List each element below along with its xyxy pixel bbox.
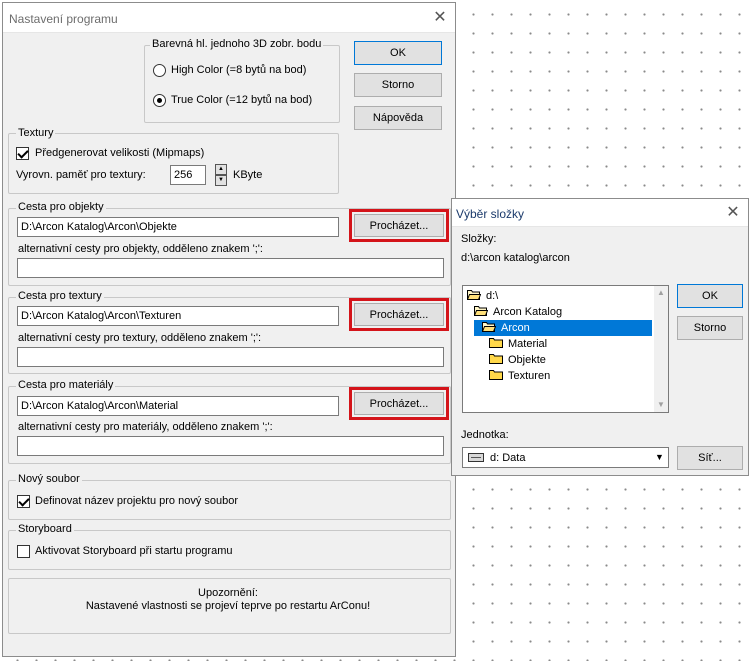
current-folder-path: d:\arcon katalog\arcon [461,252,570,264]
tree-item-label: Arcon [501,322,530,334]
tree-item-material[interactable]: Material [489,336,547,352]
tree-item-arcon[interactable]: Arcon [474,320,652,336]
folder-cancel-button[interactable]: Storno [677,316,743,340]
textures-path-input[interactable]: D:\Arcon Katalog\Arcon\Texturen [17,306,339,326]
high-color-label: High Color (=8 bytů na bod) [171,64,307,76]
high-color-radio[interactable] [153,64,166,77]
tree-item-objekte[interactable]: Objekte [489,352,546,368]
close-icon[interactable]: ✕ [725,205,741,221]
tree-item-drive[interactable]: d:\ [466,288,499,304]
tree-item-texturen[interactable]: Texturen [489,368,550,384]
define-project-name-checkbox[interactable] [17,495,30,508]
open-folder-icon [466,289,482,300]
objects-path-legend: Cesta pro objekty [16,201,106,213]
textures-path-legend: Cesta pro textury [16,290,104,302]
close-icon[interactable]: ✕ [432,10,448,26]
storyboard-label: Aktivovat Storyboard při startu programu [35,545,233,557]
drive-label: Jednotka: [461,429,509,441]
drive-select[interactable]: d: Data ▼ [462,447,669,468]
open-folder-icon [481,321,497,332]
drive-select-value: d: Data [490,452,526,464]
chevron-down-icon[interactable]: ▼ [651,448,668,467]
materials-path-input[interactable]: D:\Arcon Katalog\Arcon\Material [17,396,339,416]
dialog-title: Nastavení programu [9,12,118,26]
mipmaps-label: Předgenerovat velikosti (Mipmaps) [35,147,205,159]
scroll-up-icon[interactable]: ▲ [654,286,668,300]
textures-alt-input[interactable] [17,347,444,367]
folder-picker-title: Výběr složky [456,207,525,221]
color-depth-group [144,45,340,123]
open-folder-icon [473,305,489,316]
objects-alt-label: alternativní cesty pro objekty, odděleno… [18,243,263,255]
folder-picker-dialog: Výběr složky ✕ Složky: d:\arcon katalog\… [451,198,749,476]
mipmaps-checkbox[interactable] [16,147,29,160]
new-file-legend: Nový soubor [16,473,82,485]
cancel-button[interactable]: Storno [354,73,442,97]
notice-title: Upozornění: [198,587,258,599]
tree-item-arcon-katalog[interactable]: Arcon Katalog [473,304,563,320]
objects-path-input[interactable]: D:\Arcon Katalog\Arcon\Objekte [17,217,339,237]
materials-path-legend: Cesta pro materiály [16,379,116,391]
spin-up-icon[interactable]: ▲ [215,164,227,175]
folder-icon [489,369,503,380]
help-button[interactable]: Nápověda [354,106,442,130]
drive-icon [468,453,484,462]
materials-browse-button[interactable]: Procházet... [354,392,444,415]
textures-alt-label: alternativní cesty pro textury, odděleno… [18,332,262,344]
materials-alt-input[interactable] [17,436,444,456]
true-color-radio[interactable] [153,94,166,107]
folder-tree[interactable]: d:\ Arcon Katalog Arcon Material Objekte… [462,285,669,413]
materials-alt-label: alternativní cesty pro materiály, odděle… [18,421,273,433]
tree-item-label: Material [508,338,548,350]
network-button[interactable]: Síť... [677,446,743,470]
folder-icon [489,337,503,348]
tree-item-label: Arcon Katalog [493,306,563,318]
texture-memory-label: Vyrovn. paměť pro textury: [16,169,146,181]
tree-item-label: Objekte [508,354,546,366]
storyboard-legend: Storyboard [16,523,74,535]
texture-memory-spinner[interactable]: ▲ ▼ [215,164,227,186]
tree-item-label: d:\ [486,290,499,302]
texture-memory-unit: KByte [233,169,263,181]
color-depth-legend: Barevná hl. jednoho 3D zobr. bodu [150,38,324,50]
folder-picker-title-bar: Výběr složky ✕ [452,199,748,227]
spin-down-icon[interactable]: ▼ [215,175,227,186]
texture-memory-input[interactable]: 256 [170,165,206,185]
tree-scrollbar[interactable]: ▲ ▼ [654,286,668,412]
settings-title-bar: Nastavení programu ✕ [3,3,455,33]
textures-browse-button[interactable]: Procházet... [354,303,444,326]
true-color-label: True Color (=12 bytů na bod) [171,94,313,106]
objects-browse-button[interactable]: Procházet... [354,214,444,237]
define-project-name-label: Definovat název projektu pro nový soubor [35,495,239,507]
settings-dialog: Nastavení programu ✕ Barevná hl. jednoho… [2,2,456,657]
folder-ok-button[interactable]: OK [677,284,743,308]
storyboard-checkbox[interactable] [17,545,30,558]
objects-alt-input[interactable] [17,258,444,278]
folder-icon [489,353,503,364]
ok-button[interactable]: OK [354,41,442,65]
folders-label: Složky: [461,233,497,245]
scroll-down-icon[interactable]: ▼ [654,398,668,412]
textures-legend: Textury [16,127,56,139]
notice-text: Nastavené vlastnosti se projeví teprve p… [85,600,371,612]
tree-item-label: Texturen [508,370,551,382]
